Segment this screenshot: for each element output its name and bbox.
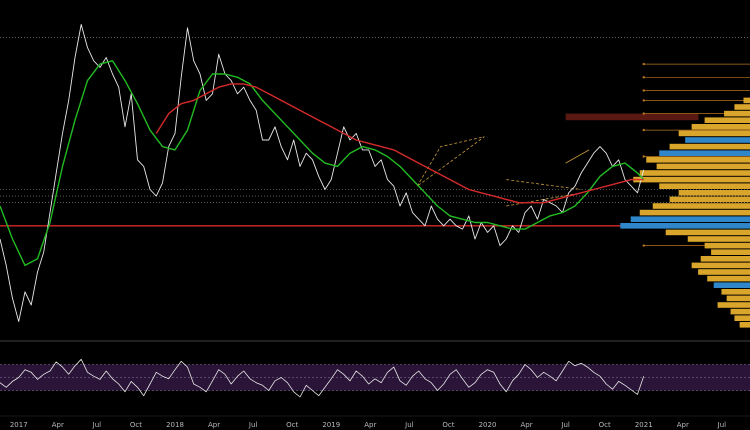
fib-level-marker [642,89,645,92]
volume-profile-bar [659,183,750,189]
x-tick-label: Oct [130,421,142,429]
volume-profile-bar [646,157,750,163]
fib-level-marker [642,99,645,102]
resistance-zone-layer [565,113,699,121]
x-tick-label: Apr [521,421,533,429]
volume-profile-bar [734,104,750,110]
volume-profile-bar [620,223,750,229]
chart-root: 2017 Apr Jul Oct 2018 Apr Jul Oct 2019 Apr Jul Oct 2… [0,0,750,430]
volume-profile-bar [739,322,750,328]
volume-profile-bar [652,203,750,209]
fib-level-marker [642,62,645,66]
fib-level-marker [642,128,645,132]
x-tick-label: Oct [286,421,298,429]
volume-profile-bar [734,315,750,321]
x-tick-label: Apr [52,421,64,429]
x-tick-label: 2018 [166,421,184,429]
volume-profile-bar [704,117,750,123]
x-tick-label: Jul [717,421,727,429]
volume-profile-bar [698,269,750,275]
x-tick-label: Jul [92,421,102,429]
x-tick-label: Jul [248,421,258,429]
fib-level-marker [642,112,645,115]
volume-profile-bar [726,295,750,302]
volume-profile-bar [639,209,750,216]
volume-profile-bar [665,229,750,236]
resistance-zone [565,113,699,121]
x-tick-label: Apr [364,421,376,429]
volume-profile-bar [639,170,750,176]
volume-profile-bar [730,308,750,315]
volume-profile-bar [687,236,750,242]
x-tick-label: Apr [208,421,220,429]
x-tick-label: Apr [677,421,689,429]
fib-level-marker [642,76,645,79]
volume-profile-bar [704,242,750,249]
volume-profile-bar [707,275,750,282]
volume-profile-bar [691,124,750,130]
x-tick-label: 2020 [479,421,497,429]
volume-profile-bar [656,163,750,170]
volume-profile-bar [700,256,750,262]
volume-profile-bar [711,249,750,255]
volume-profile-bar [669,143,750,150]
volume-profile-bar [659,150,750,156]
volume-profile-bar [724,110,750,117]
volume-profile-bar [713,282,750,288]
volume-profile-bar [678,190,750,196]
volume-profile-bar [678,130,750,137]
volume-profile-bar [669,196,750,203]
volume-profile-bar [743,97,750,104]
x-tick-label: 2017 [10,421,28,429]
x-tick-label: Oct [599,421,611,429]
volume-profile-bar [717,302,750,308]
x-tick-label: 2021 [635,421,653,429]
chart-svg: 2017 Apr Jul Oct 2018 Apr Jul Oct 2019 Apr Jul Oct 2… [0,0,750,430]
volume-profile-bar [721,289,750,295]
x-tick-label: Jul [560,421,570,429]
x-tick-label: Jul [404,421,414,429]
fib-level-marker [642,244,645,247]
x-tick-label: 2019 [322,421,340,429]
volume-profile-bar [633,176,750,183]
volume-profile-bar [685,137,750,143]
volume-profile-bar [691,262,750,269]
x-tick-label: Oct [442,421,454,429]
volume-profile-bar [630,216,750,222]
fib-level-marker [642,155,645,158]
